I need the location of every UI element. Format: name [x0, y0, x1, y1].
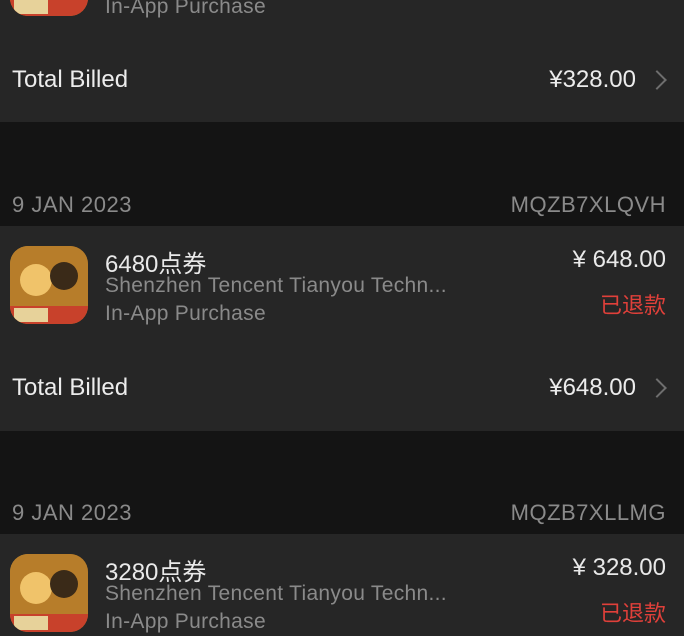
order-card: 3280点券 Shenzhen Tencent Tianyou Techn...…	[0, 534, 684, 636]
order-id[interactable]: MQZB7XLQVH	[511, 192, 666, 218]
item-type: In-App Purchase	[105, 302, 266, 325]
order-id[interactable]: MQZB7XLLMG	[511, 500, 666, 526]
total-billed-value[interactable]: ¥328.00	[549, 66, 636, 94]
item-type: In-App Purchase	[105, 610, 266, 633]
refund-status: 已退款	[599, 293, 666, 318]
order-date: 9 JAN 2023	[12, 500, 132, 525]
chevron-right-icon[interactable]	[647, 70, 667, 90]
item-price: ¥ 648.00	[572, 246, 666, 273]
total-billed-label: Total Billed	[12, 374, 129, 401]
game-app-icon	[10, 246, 88, 324]
purchase-history-screen: In-App Purchase Total Billed ¥328.00 9 J…	[0, 0, 684, 636]
total-billed-value[interactable]: ¥648.00	[549, 374, 636, 402]
game-app-icon	[10, 0, 88, 16]
order-date: 9 JAN 2023	[12, 192, 132, 217]
chevron-right-icon[interactable]	[647, 378, 667, 398]
order-header: 9 JAN 2023 MQZB7XLLMG	[0, 490, 684, 534]
order-card-partial: In-App Purchase Total Billed ¥328.00	[0, 0, 684, 122]
game-app-icon	[10, 554, 88, 632]
developer-name: Shenzhen Tencent Tianyou Techn...	[105, 582, 447, 605]
order-card: 6480点券 Shenzhen Tencent Tianyou Techn...…	[0, 226, 684, 431]
total-billed-label: Total Billed	[12, 66, 129, 93]
refund-status: 已退款	[599, 601, 666, 626]
developer-name: Shenzhen Tencent Tianyou Techn...	[105, 274, 447, 297]
order-header: 9 JAN 2023 MQZB7XLQVH	[0, 182, 684, 226]
item-price: ¥ 328.00	[572, 554, 666, 581]
item-type: In-App Purchase	[105, 0, 266, 18]
